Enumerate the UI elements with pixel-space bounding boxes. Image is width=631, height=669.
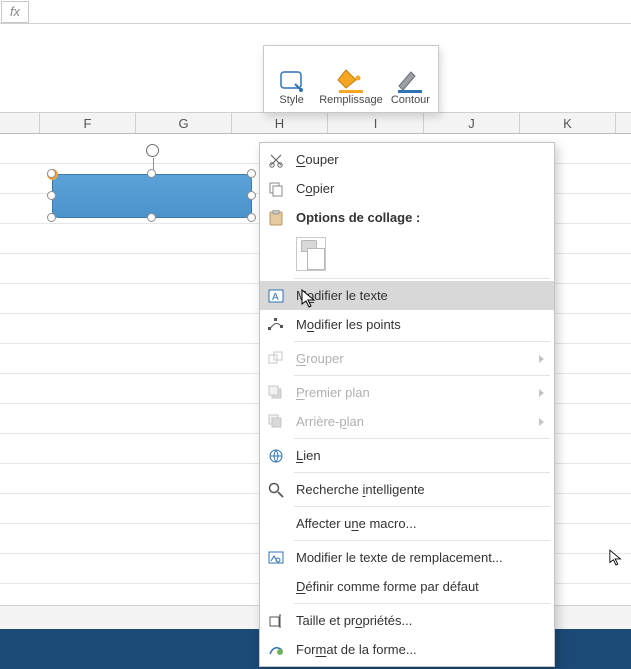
group-icon [266,349,286,369]
fill-icon [336,56,366,94]
col-header[interactable]: K [520,113,616,133]
col-header[interactable]: I [328,113,424,133]
menu-label: Grouper [296,351,344,366]
cut-icon [266,150,286,170]
outline-label: Contour [391,94,430,106]
outline-icon [395,56,425,94]
size-icon [266,611,286,631]
menu-edit-text[interactable]: A Modifier le texte [260,281,554,310]
submenu-arrow-icon [539,418,544,426]
menu-label: Arrière-plan [296,414,364,429]
column-headers: F G H I J K [0,112,631,134]
menu-label: Copier [296,181,334,196]
selected-shape[interactable] [52,174,252,218]
formula-bar: fx [0,0,631,24]
mini-toolbar: Style Remplissage Contour [263,45,439,113]
resize-handle[interactable] [47,169,56,178]
menu-label: Premier plan [296,385,370,400]
menu-bring-front: Premier plan [260,378,554,407]
menu-smart-lookup[interactable]: Recherche intelligente [260,475,554,504]
resize-handle[interactable] [247,213,256,222]
menu-copy[interactable]: Copier [260,174,554,203]
outline-button[interactable]: Contour [383,46,438,112]
menu-label: Affecter une macro... [296,516,416,531]
menu-send-back: Arrière-plan [260,407,554,436]
submenu-arrow-icon [539,355,544,363]
col-header[interactable]: J [424,113,520,133]
format-shape-icon [266,640,286,660]
edit-points-icon [266,315,286,335]
menu-label: Options de collage : [296,210,420,225]
resize-handle[interactable] [47,213,56,222]
style-button[interactable]: Style [264,46,319,112]
fx-label: fx [10,4,20,19]
edit-text-icon: A [266,286,286,306]
menu-paste-options: Options de collage : [260,203,554,232]
menu-group: Grouper [260,344,554,373]
fill-label: Remplissage [319,94,383,106]
resize-handle[interactable] [247,169,256,178]
link-icon [266,446,286,466]
col-header[interactable]: H [232,113,328,133]
rotate-handle-icon[interactable] [146,144,159,157]
menu-label: Modifier le texte de remplacement... [296,550,503,565]
paste-options-row [260,232,554,276]
resize-handle[interactable] [247,191,256,200]
menu-label: Recherche intelligente [296,482,425,497]
select-all-corner[interactable] [0,113,40,133]
resize-handle[interactable] [147,213,156,222]
bring-front-icon [266,383,286,403]
menu-link[interactable]: Lien [260,441,554,470]
menu-label: Lien [296,448,321,463]
menu-label: Modifier le texte [296,288,388,303]
resize-handle[interactable] [147,169,156,178]
paste-icon [266,208,286,228]
rounded-rect-shape[interactable] [52,174,252,218]
menu-label: Taille et propriétés... [296,613,412,628]
resize-handle[interactable] [47,191,56,200]
menu-label: Modifier les points [296,317,401,332]
col-header[interactable]: G [136,113,232,133]
menu-assign-macro[interactable]: Affecter une macro... [260,509,554,538]
menu-edit-points[interactable]: Modifier les points [260,310,554,339]
menu-label: Définir comme forme par défaut [296,579,479,594]
paste-option-default[interactable] [296,237,326,271]
search-icon [266,480,286,500]
menu-alt-text[interactable]: Modifier le texte de remplacement... [260,543,554,572]
context-menu: Couper Copier Options de collage : A Mod… [259,142,555,667]
copy-icon [266,179,286,199]
menu-label: Couper [296,152,339,167]
menu-label: Format de la forme... [296,642,417,657]
menu-cut[interactable]: Couper [260,145,554,174]
menu-format-shape[interactable]: Format de la forme... [260,635,554,664]
svg-text:A: A [272,292,279,303]
alt-text-icon [266,548,286,568]
style-icon [279,56,305,94]
send-back-icon [266,412,286,432]
style-label: Style [279,94,303,106]
col-header[interactable]: F [40,113,136,133]
fx-button[interactable]: fx [1,1,29,23]
submenu-arrow-icon [539,389,544,397]
menu-size-properties[interactable]: Taille et propriétés... [260,606,554,635]
menu-default-shape[interactable]: Définir comme forme par défaut [260,572,554,601]
fill-button[interactable]: Remplissage [319,46,383,112]
